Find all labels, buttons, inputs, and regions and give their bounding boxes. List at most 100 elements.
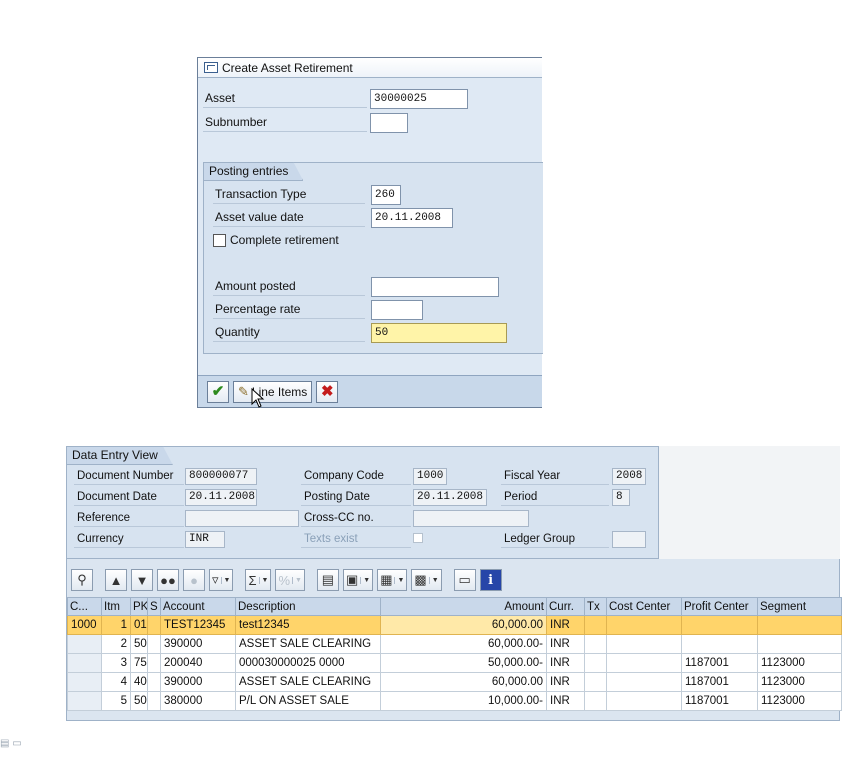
table-cell-s (147, 691, 161, 711)
quantity-input[interactable]: 50 (371, 323, 507, 343)
transaction-type-input[interactable]: 260 (371, 185, 401, 205)
views-button[interactable]: ▣ ▼ (342, 569, 374, 591)
cancel-button[interactable]: ✖ (316, 380, 339, 403)
cancel-x-icon: ✖ (320, 383, 334, 400)
cross-cc-value (413, 510, 529, 527)
find-next-button: ● (183, 569, 205, 591)
percentage-rate-label: Percentage rate (213, 300, 365, 319)
table-cell-itm: 3 (101, 653, 131, 673)
table-cell-segment: 1123000 (757, 653, 842, 673)
window-icon (204, 62, 218, 73)
reference-value (185, 510, 299, 527)
column-header[interactable]: Itm (101, 597, 131, 616)
filter-button[interactable]: ▿ ▼ (209, 569, 234, 591)
column-header[interactable]: PK (130, 597, 148, 616)
table-cell-profit: 1187001 (681, 691, 758, 711)
sort-asc-button[interactable]: ▲ (105, 569, 127, 591)
export-button[interactable]: ▦ ▼ (377, 569, 408, 591)
column-header[interactable]: Tx (584, 597, 607, 616)
table-row[interactable]: 4 40 390000 ASSET SALE CLEARING 60,000.00 INR… (67, 672, 842, 692)
subnumber-label: Subnumber (203, 113, 367, 132)
asset-value-date-input[interactable]: 20.11.2008 (371, 208, 453, 228)
posting-entries-group: Posting entries Transaction Type 260 Ass… (203, 162, 543, 354)
asset-input[interactable]: 30000025 (370, 89, 468, 109)
binoculars-icon: ●● (160, 572, 176, 588)
column-header[interactable]: Amount (380, 597, 547, 616)
table-cell-c (67, 672, 102, 692)
column-header[interactable]: C... (67, 597, 102, 616)
info-button[interactable]: i (479, 569, 502, 591)
table-row[interactable]: 3 75 200040 000030000025 0000 50,000.00- INR 1… (67, 653, 842, 673)
company-code-label: Company Code (301, 467, 411, 485)
ledger-group-label: Ledger Group (501, 530, 609, 548)
table-cell-profit: 1187001 (681, 653, 758, 673)
find-next-icon: ● (190, 572, 198, 588)
document-icon: ▤ (321, 572, 335, 587)
amount-posted-input[interactable] (371, 277, 499, 297)
column-header[interactable]: Description (235, 597, 381, 616)
table-cell-segment (757, 615, 842, 635)
cross-cc-label: Cross-CC no. (301, 509, 411, 527)
posting-date-value: 20.11.2008 (413, 489, 487, 506)
dropdown-icon: ▼ (394, 576, 404, 584)
table-cell-segment: 1123000 (757, 672, 842, 692)
table-cell-account: TEST12345 (160, 615, 236, 635)
table-cell-curr: INR (546, 615, 585, 635)
subtotal-icon: % (278, 572, 291, 588)
confirm-button[interactable]: ✔ (207, 380, 229, 403)
dropdown-icon: ▼ (428, 576, 439, 584)
subnumber-input[interactable] (370, 113, 408, 133)
status-icons: ▤ ▭ (0, 738, 22, 749)
asset-label: Asset (203, 89, 367, 108)
complete-retirement-checkbox[interactable] (213, 233, 226, 247)
doc-date-label: Document Date (74, 488, 184, 506)
details-button[interactable]: ⚲ (71, 569, 93, 591)
chart-button[interactable]: ▭ (453, 569, 476, 591)
table-row[interactable]: 2 50 390000 ASSET SALE CLEARING 60,000.00- IN… (67, 634, 842, 654)
column-header[interactable]: Curr. (546, 597, 585, 616)
column-header[interactable]: Profit Center (681, 597, 758, 616)
table-cell-tx (584, 691, 607, 711)
find-button[interactable]: ●● (157, 569, 179, 591)
table-cell-profit (681, 634, 758, 654)
table-cell-pk: 75 (130, 653, 148, 673)
column-header[interactable]: S (147, 597, 161, 616)
posting-date-label: Posting Date (301, 488, 411, 506)
table-cell-amount: 60,000.00 (380, 672, 547, 692)
line-items-button[interactable]: ✎ Line Items (233, 380, 313, 403)
table-cell-curr: INR (546, 634, 585, 654)
sort-desc-button[interactable]: ▼ (131, 569, 153, 591)
complete-retirement-label: Complete retirement (230, 233, 339, 247)
quantity-label: Quantity (213, 323, 365, 342)
layout-button[interactable]: ▩ ▼ (411, 569, 442, 591)
print-button[interactable]: ▤ (316, 569, 339, 591)
table-cell-segment: 1123000 (757, 691, 842, 711)
posting-entries-title: Posting entries (204, 162, 303, 181)
column-header[interactable]: Account (160, 597, 236, 616)
table-cell-account: 390000 (160, 634, 236, 654)
table-cell-amount: 60,000.00 (380, 615, 547, 635)
table-cell-desc: P/L ON ASSET SALE (235, 691, 381, 711)
table-cell-s (147, 672, 161, 692)
table-cell-desc: test12345 (235, 615, 381, 635)
table-cell-pk: 01 (130, 615, 148, 635)
table-cell-c (67, 691, 102, 711)
fiscal-year-value: 2008 (612, 468, 646, 485)
table-row[interactable]: 1000 1 01 TEST12345 test12345 60,000.00 INR (67, 615, 842, 635)
table-cell-profit: 1187001 (681, 672, 758, 692)
dialog-titlebar: Create Asset Retirement (198, 58, 542, 78)
info-icon: i (488, 572, 494, 588)
table-cell-amount: 10,000.00- (380, 691, 547, 711)
table-row[interactable]: 5 50 380000 P/L ON ASSET SALE 10,000.00- INR 1… (67, 691, 842, 711)
table-cell-cost (606, 653, 682, 673)
percentage-rate-input[interactable] (371, 300, 423, 320)
column-header[interactable]: Segment (757, 597, 842, 616)
table-cell-s (147, 653, 161, 673)
currency-label: Currency (74, 530, 184, 548)
filter-icon: ▿ (212, 572, 219, 587)
table-cell-tx (584, 653, 607, 673)
table-cell-pk: 50 (130, 691, 148, 711)
column-header[interactable]: Cost Center (606, 597, 682, 616)
sum-button[interactable]: Σ ▼ (245, 569, 272, 591)
dropdown-icon: ▼ (292, 576, 302, 584)
